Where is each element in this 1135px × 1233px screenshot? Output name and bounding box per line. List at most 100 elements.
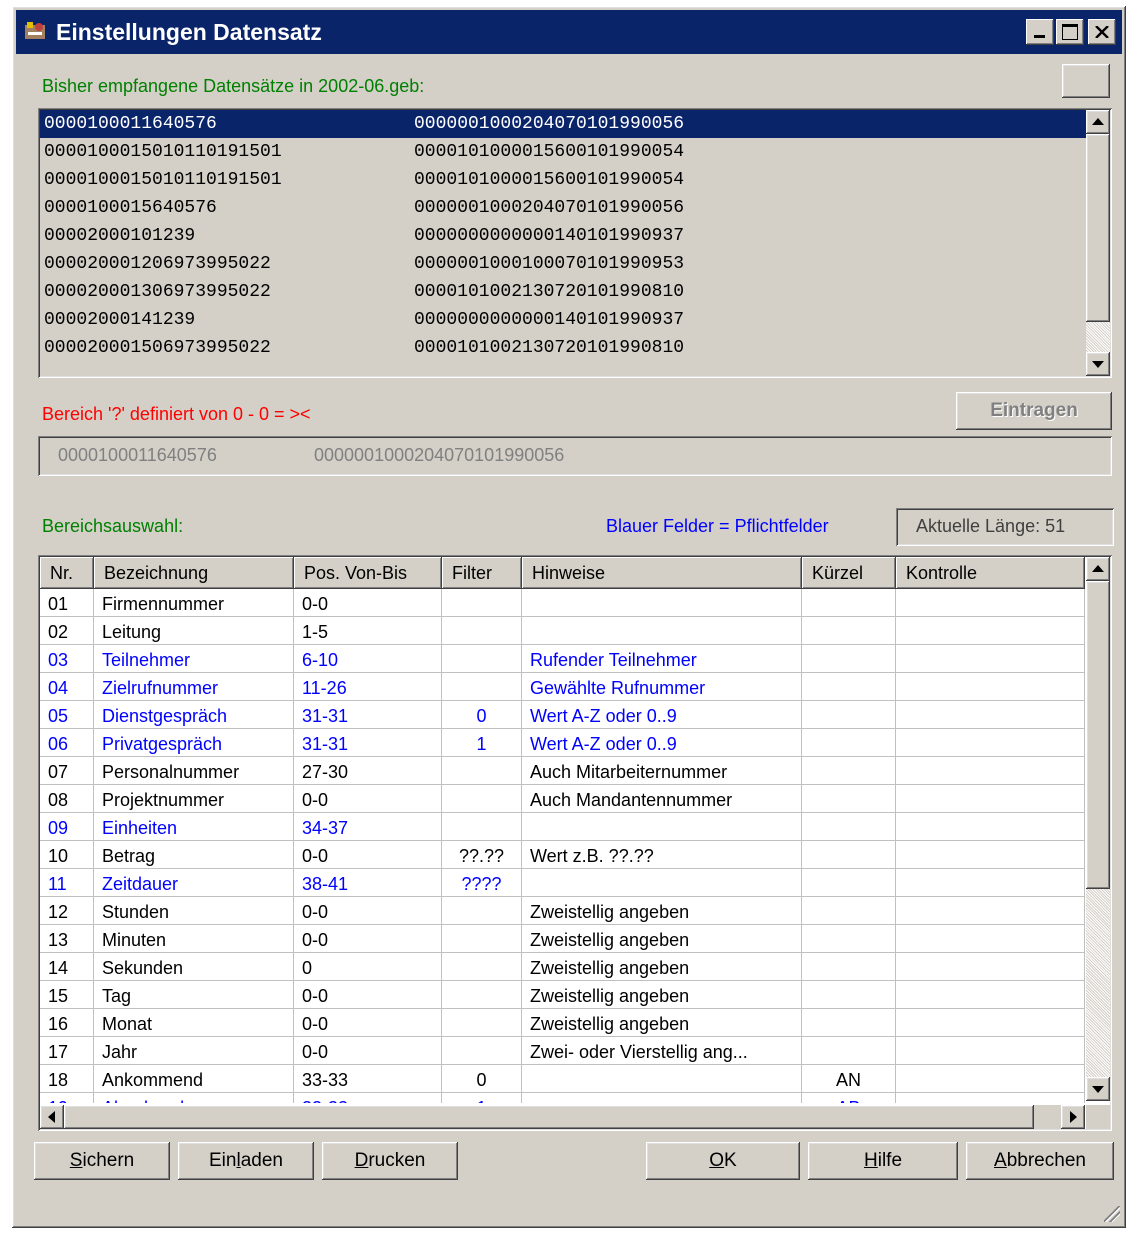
cell-code[interactable]	[802, 813, 896, 841]
cell-hint[interactable]: Gewählte Rufnummer	[522, 673, 802, 701]
cell-pos[interactable]: 31-31	[294, 701, 442, 729]
cell-nr[interactable]: 12	[40, 897, 94, 925]
grid-scroll-thumb[interactable]	[1086, 581, 1110, 889]
cell-check[interactable]	[896, 981, 1085, 1009]
cell-filter[interactable]	[442, 1037, 522, 1065]
table-row[interactable]: 08 Projektnummer 0-0 Auch Mandantennummer	[40, 785, 1085, 813]
scroll-up-button[interactable]	[1086, 110, 1110, 134]
cell-name[interactable]: Minuten	[94, 925, 294, 953]
cell-filter[interactable]	[442, 589, 522, 617]
cell-filter[interactable]	[442, 645, 522, 673]
save-button[interactable]: Sichern	[34, 1142, 170, 1180]
cell-check[interactable]	[896, 729, 1085, 757]
column-header-name[interactable]: Bezeichnung	[94, 557, 294, 589]
cell-pos[interactable]: 38-41	[294, 869, 442, 897]
cell-check[interactable]	[896, 897, 1085, 925]
cell-code[interactable]: AN	[802, 1065, 896, 1093]
cell-hint[interactable]: Wert z.B. ??.??	[522, 841, 802, 869]
field-grid[interactable]: Nr. Bezeichnung Pos. Von-Bis Filter Hinweise…	[38, 555, 1112, 1131]
cell-code[interactable]	[802, 589, 896, 617]
cell-filter[interactable]	[442, 617, 522, 645]
cell-code[interactable]	[802, 673, 896, 701]
column-header-code[interactable]: Kürzel	[802, 557, 896, 589]
cell-filter[interactable]	[442, 813, 522, 841]
cell-name[interactable]: Abgehend	[94, 1093, 294, 1103]
cell-name[interactable]: Zeitdauer	[94, 869, 294, 897]
table-row[interactable]: 09 Einheiten 34-37	[40, 813, 1085, 841]
cell-code[interactable]	[802, 617, 896, 645]
cell-check[interactable]	[896, 841, 1085, 869]
cell-pos[interactable]: 1-5	[294, 617, 442, 645]
table-row[interactable]: 17 Jahr 0-0 Zwei- oder Vierstellig ang...	[40, 1037, 1085, 1065]
minimize-button[interactable]	[1026, 19, 1054, 45]
cell-name[interactable]: Privatgespräch	[94, 729, 294, 757]
cell-code[interactable]	[802, 645, 896, 673]
cell-code[interactable]	[802, 729, 896, 757]
ok-button[interactable]: OK	[646, 1142, 800, 1180]
cell-code[interactable]	[802, 785, 896, 813]
list-item[interactable]: 00002000141239 0000000000000140101990937	[40, 306, 1086, 334]
table-row[interactable]: 04 Zielrufnummer 11-26 Gewählte Rufnummer	[40, 673, 1085, 701]
cell-pos[interactable]: 27-30	[294, 757, 442, 785]
cell-hint[interactable]: Zweistellig angeben	[522, 953, 802, 981]
cell-check[interactable]	[896, 589, 1085, 617]
grid-scroll-down-button[interactable]	[1086, 1077, 1110, 1101]
cell-name[interactable]: Personalnummer	[94, 757, 294, 785]
cell-hint[interactable]	[522, 813, 802, 841]
cell-pos[interactable]: 0-0	[294, 1009, 442, 1037]
cell-name[interactable]: Stunden	[94, 897, 294, 925]
cell-nr[interactable]: 08	[40, 785, 94, 813]
table-row[interactable]: 07 Personalnummer 27-30 Auch Mitarbeiternum…	[40, 757, 1085, 785]
cell-nr[interactable]: 05	[40, 701, 94, 729]
cell-name[interactable]: Monat	[94, 1009, 294, 1037]
cell-name[interactable]: Ankommend	[94, 1065, 294, 1093]
list-item[interactable]: 0000100015640576 000000100020407010199005…	[40, 194, 1086, 222]
table-row[interactable]: 14 Sekunden 0 Zweistellig angeben	[40, 953, 1085, 981]
cell-check[interactable]	[896, 757, 1085, 785]
column-header-filter[interactable]: Filter	[442, 557, 522, 589]
cell-nr[interactable]: 01	[40, 589, 94, 617]
cell-pos[interactable]: 0-0	[294, 785, 442, 813]
cell-hint[interactable]: Auch Mitarbeiternummer	[522, 757, 802, 785]
scroll-down-button[interactable]	[1086, 352, 1110, 376]
cell-nr[interactable]: 19	[40, 1093, 94, 1103]
table-row[interactable]: 11 Zeitdauer 38-41????	[40, 869, 1085, 897]
cell-check[interactable]	[896, 1009, 1085, 1037]
cell-hint[interactable]: Zwei- oder Vierstellig ang...	[522, 1037, 802, 1065]
cell-check[interactable]	[896, 813, 1085, 841]
list-item[interactable]: 0000100015010110191501 000010100001560010…	[40, 166, 1086, 194]
cell-pos[interactable]: 6-10	[294, 645, 442, 673]
cell-nr[interactable]: 09	[40, 813, 94, 841]
table-row[interactable]: 03 Teilnehmer 6-10 Rufender Teilnehmer	[40, 645, 1085, 673]
table-row[interactable]: 02 Leitung 1-5	[40, 617, 1085, 645]
cell-nr[interactable]: 03	[40, 645, 94, 673]
cell-filter[interactable]	[442, 673, 522, 701]
cell-code[interactable]	[802, 1009, 896, 1037]
cell-name[interactable]: Sekunden	[94, 953, 294, 981]
cell-check[interactable]	[896, 869, 1085, 897]
cell-name[interactable]: Projektnummer	[94, 785, 294, 813]
cell-pos[interactable]: 0-0	[294, 589, 442, 617]
received-list-scrollbar[interactable]	[1086, 110, 1110, 376]
cell-check[interactable]	[896, 701, 1085, 729]
cell-hint[interactable]: Auch Mandantennummer	[522, 785, 802, 813]
cell-filter[interactable]: 1	[442, 729, 522, 757]
cell-pos[interactable]: 33-33	[294, 1065, 442, 1093]
list-item[interactable]: 000020001206973995022 0000001000100070101…	[40, 250, 1086, 278]
cell-nr[interactable]: 15	[40, 981, 94, 1009]
help-button[interactable]: Hilfe	[808, 1142, 958, 1180]
cell-filter[interactable]	[442, 1009, 522, 1037]
load-button[interactable]: Einladen	[178, 1142, 314, 1180]
cell-pos[interactable]: 0-0	[294, 841, 442, 869]
cell-nr[interactable]: 06	[40, 729, 94, 757]
cell-code[interactable]	[802, 757, 896, 785]
table-row[interactable]: 05 Dienstgespräch 31-31 0 Wert A-Z oder 0..9	[40, 701, 1085, 729]
table-row[interactable]: 18 Ankommend 33-33 0 AN	[40, 1065, 1085, 1093]
cancel-button[interactable]: Abbrechen	[966, 1142, 1114, 1180]
list-item[interactable]: 000020001306973995022 0000101002130720101…	[40, 278, 1086, 306]
cell-nr[interactable]: 18	[40, 1065, 94, 1093]
received-records-list[interactable]: 0000100011640576 000000100020407010199005…	[38, 108, 1112, 378]
table-row[interactable]: 16 Monat 0-0 Zweistellig angeben	[40, 1009, 1085, 1037]
list-item[interactable]: 00002000101239 0000000000000140101990937	[40, 222, 1086, 250]
title-bar[interactable]: Einstellungen Datensatz	[16, 10, 1122, 54]
